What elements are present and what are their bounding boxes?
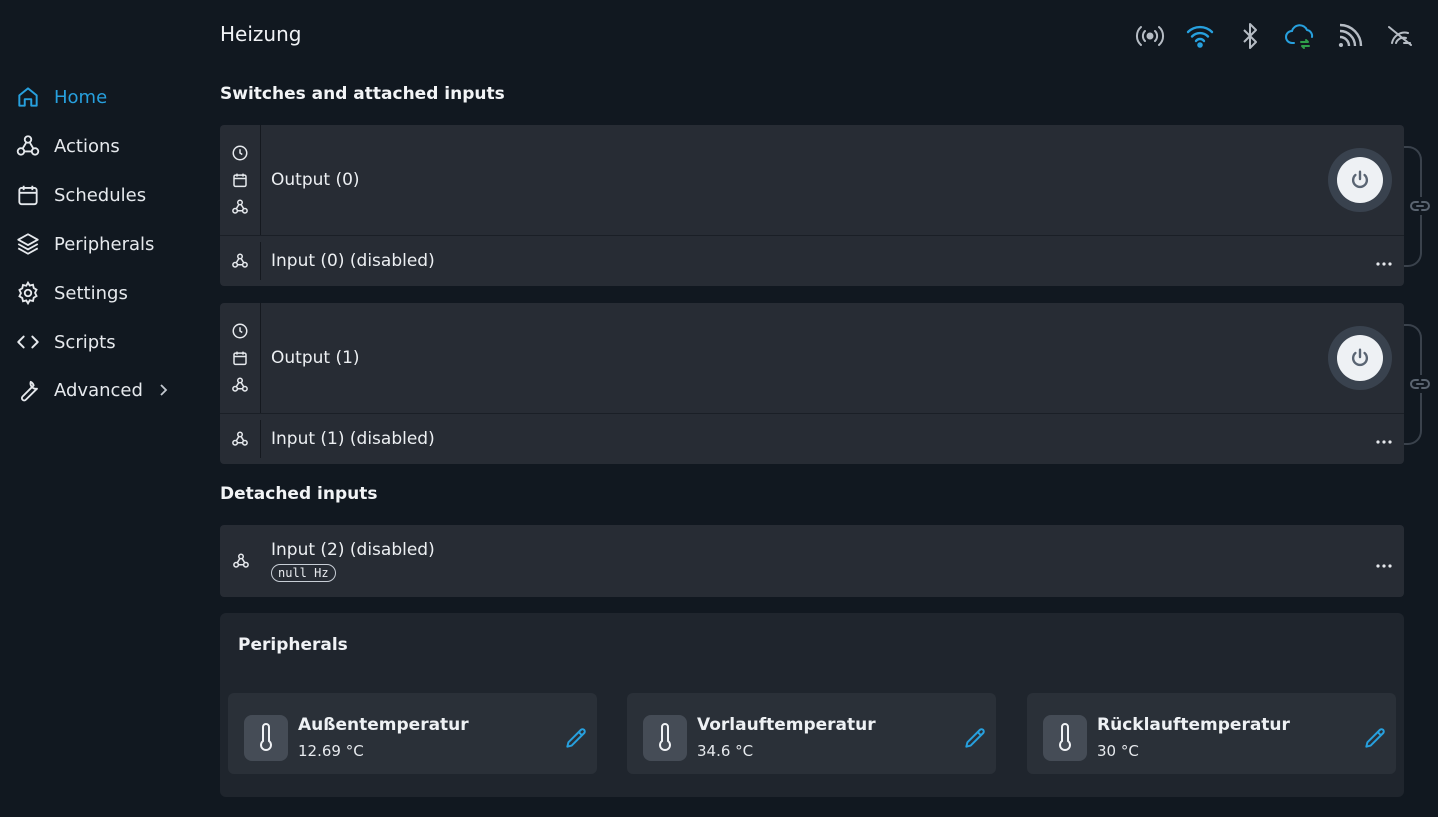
thermometer-icon	[643, 715, 687, 761]
sensor-card[interactable]: Rücklauftemperatur 30 °C	[1027, 693, 1396, 774]
page-title: Heizung	[220, 22, 302, 46]
cloud-sync-icon[interactable]	[1284, 20, 1316, 52]
calendar-icon	[14, 181, 42, 209]
more-options-button[interactable]	[1376, 434, 1392, 450]
sidebar-item-label: Advanced	[54, 379, 143, 401]
sidebar-item-home[interactable]: Home	[14, 80, 184, 114]
clock-icon	[231, 322, 249, 340]
input-row[interactable]: Input (0) (disabled)	[220, 235, 1404, 286]
webhook-icon	[14, 132, 42, 160]
network-off-icon[interactable]	[1384, 20, 1416, 52]
sidebar-item-label: Peripherals	[54, 233, 155, 255]
link-icon[interactable]	[1408, 197, 1432, 215]
webhook-icon	[231, 376, 249, 394]
bluetooth-icon[interactable]	[1234, 20, 1266, 52]
frequency-badge: null Hz	[271, 564, 336, 582]
peripherals-card: Peripherals Außentemperatur 12.69 °C Vor…	[220, 613, 1404, 797]
chevron-right-icon	[157, 383, 169, 397]
sidebar-item-label: Actions	[54, 135, 120, 157]
input-row[interactable]: Input (2) (disabled) null Hz	[220, 525, 1404, 597]
output-indicators	[220, 125, 261, 235]
peripherals-title: Peripherals	[238, 635, 348, 655]
more-options-button[interactable]	[1376, 256, 1392, 272]
wrench-icon	[14, 376, 42, 404]
input-indicators	[220, 242, 261, 280]
link-icon[interactable]	[1408, 375, 1432, 393]
clock-icon	[231, 144, 249, 162]
detached-input-card[interactable]: Input (2) (disabled) null Hz	[220, 525, 1404, 597]
input-indicators	[220, 420, 261, 458]
sensor-name: Vorlauftemperatur	[697, 715, 876, 735]
webhook-icon	[231, 252, 249, 270]
webhook-icon	[231, 198, 249, 216]
sidebar-item-label: Schedules	[54, 184, 147, 206]
layers-icon	[14, 230, 42, 258]
sidebar-item-label: Settings	[54, 282, 128, 304]
calendar-icon	[231, 349, 249, 367]
pencil-icon[interactable]	[962, 725, 988, 751]
sensor-card[interactable]: Außentemperatur 12.69 °C	[228, 693, 597, 774]
output-label: Output (1)	[271, 348, 360, 368]
webhook-icon	[231, 430, 249, 448]
sensor-value: 30 °C	[1097, 742, 1139, 760]
pencil-icon[interactable]	[563, 725, 589, 751]
output-label: Output (0)	[271, 170, 360, 190]
input-indicators	[220, 533, 261, 589]
gear-icon	[14, 279, 42, 307]
power-icon	[1337, 335, 1383, 381]
sidebar-item-scripts[interactable]: Scripts	[14, 325, 184, 359]
switch-card-0: Output (0) Input (0) (disabled)	[220, 125, 1404, 286]
switch-card-1: Output (1) Input (1) (disabled)	[220, 303, 1404, 464]
sidebar-item-settings[interactable]: Settings	[14, 276, 184, 310]
input-label: Input (1) (disabled)	[271, 429, 435, 449]
sidebar-item-actions[interactable]: Actions	[14, 129, 184, 163]
power-icon	[1337, 157, 1383, 203]
webhook-icon	[232, 552, 250, 570]
sidebar-item-label: Home	[54, 86, 108, 108]
sensor-value: 34.6 °C	[697, 742, 754, 760]
sensor-name: Rücklauftemperatur	[1097, 715, 1290, 735]
broadcast-icon[interactable]	[1134, 20, 1166, 52]
sidebar-item-schedules[interactable]: Schedules	[14, 178, 184, 212]
thermometer-icon	[1043, 715, 1087, 761]
sensor-value: 12.69 °C	[298, 742, 364, 760]
input-text-block: Input (2) (disabled) null Hz	[271, 540, 435, 582]
switches-section-title: Switches and attached inputs	[220, 84, 505, 104]
pencil-icon[interactable]	[1362, 725, 1388, 751]
detached-section-title: Detached inputs	[220, 484, 378, 504]
sensor-card[interactable]: Vorlauftemperatur 34.6 °C	[627, 693, 996, 774]
output-indicators	[220, 303, 261, 413]
sidebar-item-peripherals[interactable]: Peripherals	[14, 227, 184, 261]
input-label: Input (2) (disabled)	[271, 540, 435, 560]
sidebar: Home Actions Schedules Peripherals Setti…	[0, 0, 200, 817]
sidebar-item-advanced[interactable]: Advanced	[14, 373, 184, 407]
rss-icon[interactable]	[1334, 20, 1366, 52]
input-label: Input (0) (disabled)	[271, 251, 435, 271]
output-row[interactable]: Output (0)	[220, 125, 1404, 235]
output-row[interactable]: Output (1)	[220, 303, 1404, 413]
thermometer-icon	[244, 715, 288, 761]
wifi-icon[interactable]	[1184, 20, 1216, 52]
code-icon	[14, 328, 42, 356]
power-toggle-button[interactable]	[1328, 148, 1392, 212]
input-row[interactable]: Input (1) (disabled)	[220, 413, 1404, 464]
calendar-icon	[231, 171, 249, 189]
power-toggle-button[interactable]	[1328, 326, 1392, 390]
status-bar	[1134, 20, 1416, 52]
sidebar-item-label: Scripts	[54, 331, 116, 353]
more-options-button[interactable]	[1376, 558, 1392, 574]
home-icon	[14, 83, 42, 111]
sensor-name: Außentemperatur	[298, 715, 469, 735]
